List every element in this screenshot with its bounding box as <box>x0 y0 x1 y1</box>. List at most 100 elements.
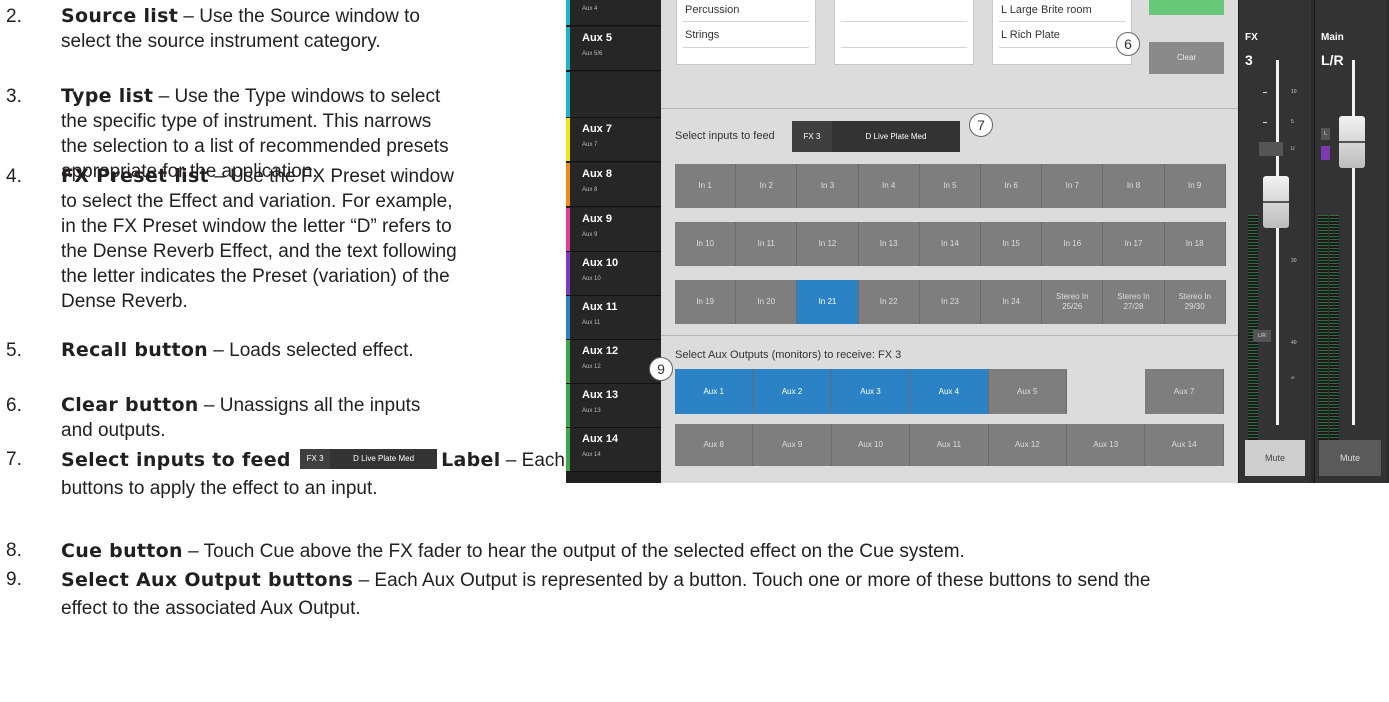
item-line: Type list – Use the Type windows to sele… <box>61 84 551 109</box>
input-button[interactable]: In 2 <box>736 164 798 208</box>
item-text: to select the Effect and variation. For … <box>61 191 453 212</box>
input-button[interactable]: In 9 <box>1164 164 1226 208</box>
input-button[interactable]: In 10 <box>675 222 737 266</box>
aux-output-button[interactable]: Aux 11 <box>910 424 989 466</box>
aux-channel-name: Aux 8 <box>582 168 612 180</box>
input-button[interactable]: In 16 <box>1042 222 1104 266</box>
main-mute-button[interactable]: Mute <box>1319 440 1381 476</box>
item-line: Dense Reverb. <box>61 289 551 314</box>
list-item[interactable]: L Rich Plate <box>1001 29 1060 41</box>
cue-indicator[interactable] <box>1321 146 1330 160</box>
input-button[interactable]: In 7 <box>1042 164 1104 208</box>
fx-mute-button[interactable]: Mute <box>1245 440 1305 476</box>
aux-channel[interactable]: Aux 10 Aux 10 <box>566 252 661 296</box>
input-button[interactable]: In 5 <box>919 164 981 208</box>
channel-color-bar <box>566 384 570 427</box>
aux-channel[interactable]: Aux 5 Aux 5/6 <box>566 27 661 71</box>
main-meter-r <box>1329 215 1339 440</box>
input-button[interactable]: In 18 <box>1164 222 1226 266</box>
mute-label: Mute <box>1339 453 1360 463</box>
channel-color-bar <box>566 340 570 383</box>
aux-output-button[interactable]: Aux 14 <box>1145 424 1224 466</box>
aux-channel-sub: Aux 10 <box>582 276 601 282</box>
type-list[interactable] <box>834 0 974 65</box>
fx-fader[interactable] <box>1263 176 1289 228</box>
aux-output-button[interactable]: Aux 3 <box>831 369 911 414</box>
input-button[interactable]: In 22 <box>858 280 920 324</box>
main-fader[interactable] <box>1339 116 1365 168</box>
input-button[interactable]: In 6 <box>981 164 1043 208</box>
item-line: to select the Effect and variation. For … <box>61 189 551 214</box>
item-text: the selection to a list of recommended p… <box>61 136 449 157</box>
aux-channel[interactable] <box>566 72 661 118</box>
input-button[interactable]: Stereo In 29/30 <box>1164 280 1226 324</box>
inline-tag-preset: D Live Plate Med <box>353 454 415 463</box>
item-number: 7. <box>6 449 22 470</box>
aux-output-button[interactable]: Aux 12 <box>988 424 1067 466</box>
aux-channel-name: Aux 7 <box>582 123 612 135</box>
tag-preset: D Live Plate Med <box>865 132 927 141</box>
recall-button[interactable] <box>1149 0 1224 15</box>
aux-channel[interactable]: Aux 7 Aux 7 <box>566 118 661 162</box>
item-body: Cue button – Touch Cue above the FX fade… <box>61 537 1381 566</box>
input-button[interactable]: In 15 <box>981 222 1043 266</box>
list-item[interactable]: Percussion <box>685 4 739 16</box>
input-button[interactable]: In 19 <box>675 280 737 324</box>
item-text: Dense Reverb. <box>61 291 188 312</box>
fx-assign-panel: Percussion Strings L Large Brite room L … <box>649 0 1238 483</box>
aux-channel-sub: Aux 12 <box>582 364 601 370</box>
item-line: the letter indicates the Preset (variati… <box>61 264 551 289</box>
source-list[interactable]: Percussion Strings <box>676 0 816 65</box>
aux-channel-name: Aux 11 <box>582 301 618 313</box>
input-button[interactable]: In 23 <box>919 280 981 324</box>
input-button[interactable]: In 12 <box>797 222 859 266</box>
item-title: Type list <box>61 85 154 107</box>
input-button[interactable]: In 17 <box>1103 222 1165 266</box>
item-line: FX Preset list – Use the FX Preset windo… <box>61 164 551 189</box>
input-button[interactable]: In 21 <box>797 280 859 324</box>
aux-output-button[interactable]: Aux 7 <box>1145 369 1224 414</box>
input-button[interactable]: In 4 <box>858 164 920 208</box>
input-button[interactable]: Stereo In 27/28 <box>1103 280 1165 324</box>
item-body: Recall button – Loads selected effect. <box>61 338 551 363</box>
item-number: 4. <box>6 166 22 187</box>
aux-output-button[interactable]: Aux 2 <box>753 369 832 414</box>
aux-output-button[interactable]: Aux 4 <box>910 369 989 414</box>
aux-output-button[interactable]: Aux 13 <box>1067 424 1146 466</box>
input-button[interactable]: In 8 <box>1103 164 1165 208</box>
input-button[interactable]: Stereo In 25/26 <box>1042 280 1104 324</box>
aux-output-button[interactable]: Aux 8 <box>675 424 754 466</box>
aux-channel[interactable]: Aux 4 <box>566 0 661 26</box>
aux-output-button[interactable]: Aux 9 <box>753 424 832 466</box>
input-button[interactable]: In 11 <box>736 222 798 266</box>
item-title: Select inputs to feed <box>61 449 291 471</box>
item-title: Recall button <box>61 339 209 361</box>
input-button[interactable]: In 20 <box>736 280 798 324</box>
input-button[interactable]: In 14 <box>919 222 981 266</box>
list-item[interactable]: L Large Brite room <box>1001 4 1092 16</box>
inline-fx-tag-image: FX 3 D Live Plate Med <box>300 449 438 469</box>
aux-channel[interactable]: Aux 12 Aux 12 <box>566 340 661 384</box>
aux-output-button[interactable]: Aux 5 <box>988 369 1067 414</box>
aux-channel[interactable]: Aux 9 Aux 9 <box>566 208 661 252</box>
aux-channel[interactable]: Aux 13 Aux 13 <box>566 384 661 428</box>
fx-preset-list[interactable]: L Large Brite room L Rich Plate <box>992 0 1132 65</box>
inline-tag-fx: FX 3 <box>300 449 331 469</box>
aux-channel[interactable]: Aux 11 Aux 11 <box>566 296 661 340</box>
item-text: effect to the associated Aux Output. <box>61 598 361 619</box>
aux-output-button[interactable]: Aux 10 <box>831 424 911 466</box>
input-button[interactable]: In 24 <box>981 280 1043 324</box>
aux-channel-sub: Aux 7 <box>582 142 598 148</box>
item-line: Recall button – Loads selected effect. <box>61 338 551 363</box>
item-title: Cue button <box>61 540 183 562</box>
aux-output-button[interactable]: Aux 1 <box>675 369 754 414</box>
aux-channel[interactable]: Aux 8 Aux 8 <box>566 163 661 207</box>
input-button[interactable]: In 13 <box>858 222 920 266</box>
callout-6: 6 <box>1116 32 1140 56</box>
aux-channel[interactable]: Aux 14 Aux 14 <box>566 428 661 472</box>
item-text: select the source instrument category. <box>61 31 381 52</box>
clear-button[interactable]: Clear <box>1149 42 1224 74</box>
input-button[interactable]: In 1 <box>675 164 737 208</box>
list-item[interactable]: Strings <box>685 29 719 41</box>
input-button[interactable]: In 3 <box>797 164 859 208</box>
